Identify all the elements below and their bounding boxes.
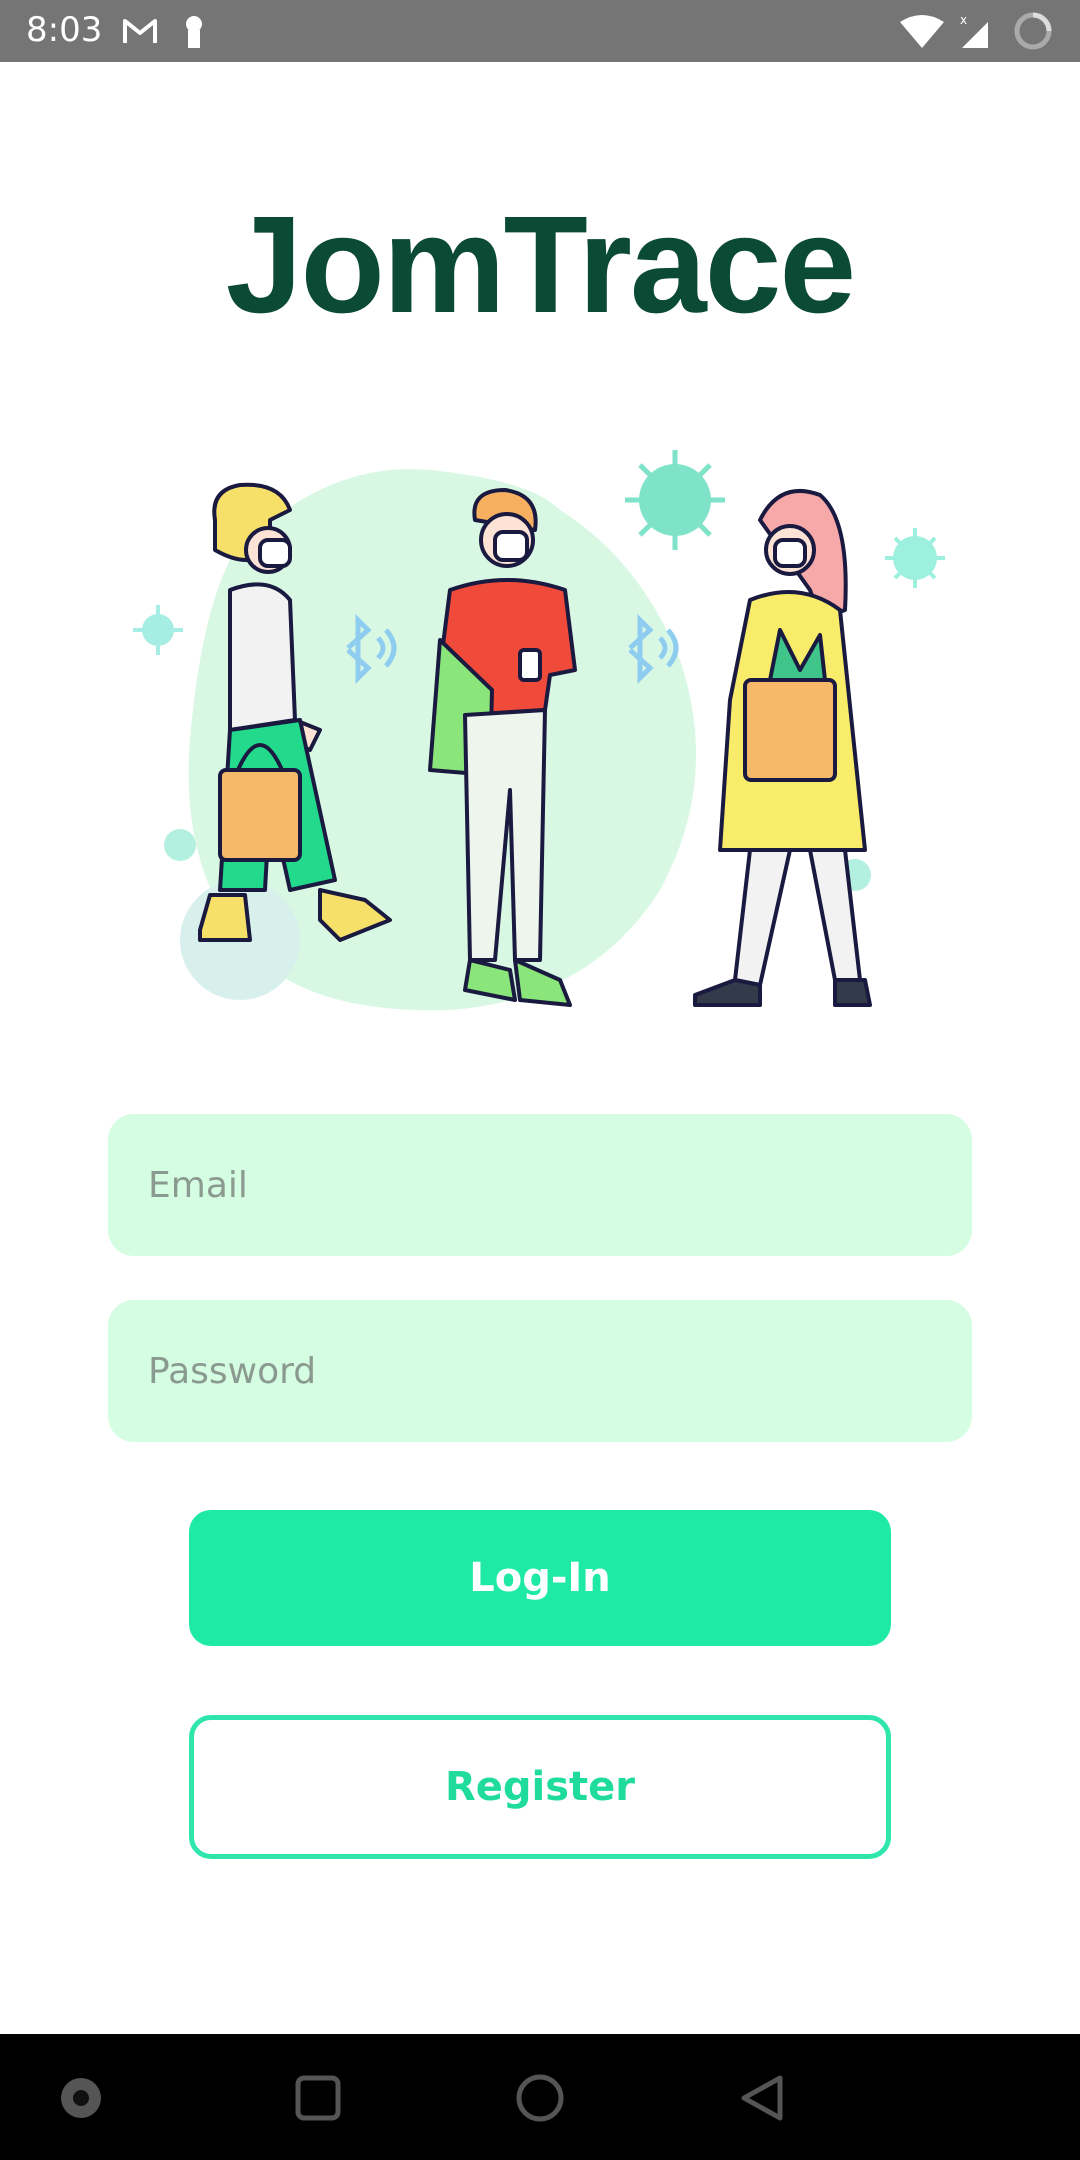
email-field-container — [108, 1114, 972, 1256]
gmail-icon — [123, 19, 157, 43]
password-field-container — [108, 1300, 972, 1442]
back-icon[interactable] — [736, 2072, 788, 2124]
login-button[interactable]: Log-In — [189, 1510, 891, 1646]
status-bar: 8:03 x — [0, 0, 1080, 62]
email-field[interactable] — [108, 1114, 972, 1256]
home-icon[interactable] — [514, 2072, 566, 2124]
register-button[interactable]: Register — [189, 1715, 891, 1859]
wifi-icon — [900, 15, 944, 48]
svg-text:x: x — [960, 13, 967, 27]
key-notification-icon — [186, 16, 202, 48]
recents-icon[interactable] — [292, 2072, 344, 2124]
status-time: 8:03 — [26, 10, 103, 50]
people-illustration — [133, 450, 945, 1011]
app-title: JomTrace — [225, 188, 856, 342]
person-with-groceries-icon — [693, 489, 872, 1007]
password-field[interactable] — [108, 1300, 972, 1442]
battery-loading-icon — [1014, 12, 1052, 50]
record-icon[interactable] — [55, 2072, 107, 2124]
signal-icon: x — [960, 13, 988, 48]
